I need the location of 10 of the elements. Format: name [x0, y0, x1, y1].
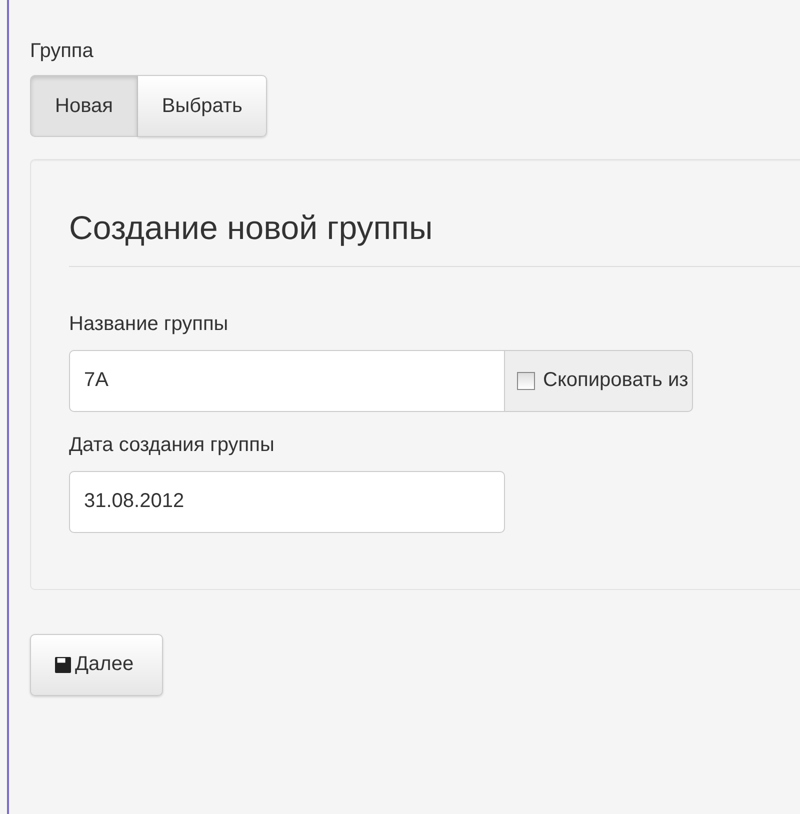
group-label: Группа	[30, 40, 94, 63]
next-button[interactable]: Далее	[30, 634, 163, 696]
name-input-field[interactable]: 7A	[69, 350, 505, 412]
date-input-field[interactable]: 31.08.2012	[69, 470, 505, 533]
copy-from-checkbox[interactable]: Скопировать из	[505, 350, 694, 412]
field-label: Название группы	[69, 312, 230, 336]
mode-button[interactable]: Новая	[30, 75, 138, 137]
field-label: Дата создания группы	[69, 434, 276, 457]
panel-title: Создание новой группы	[69, 208, 434, 248]
mode-button[interactable]: Выбрать	[138, 75, 268, 137]
